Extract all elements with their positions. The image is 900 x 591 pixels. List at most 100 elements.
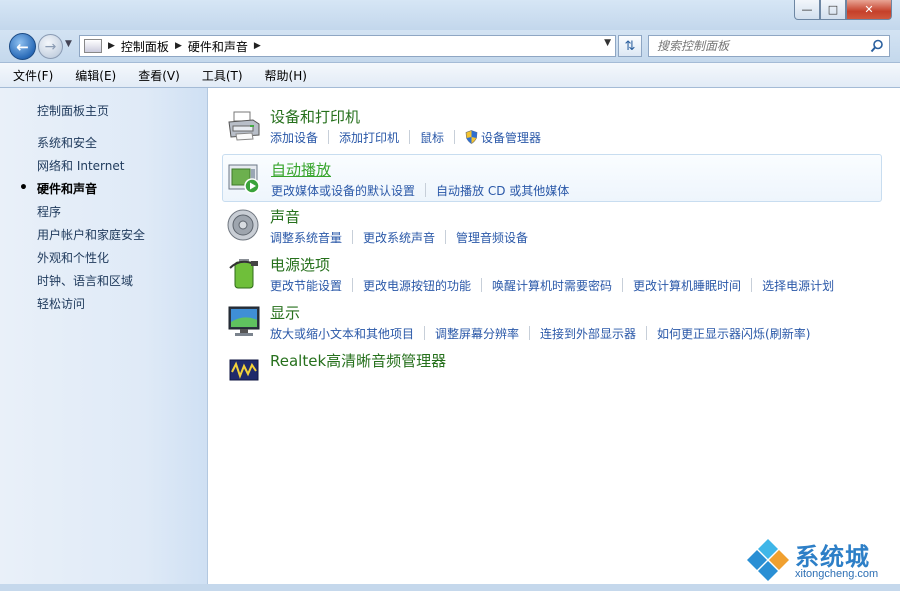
category-sound: 声音 调整系统音量 更改系统声音 管理音频设备 <box>222 202 882 250</box>
window-bottom-frame <box>0 584 900 591</box>
link-refresh-rate[interactable]: 如何更正显示器闪烁(刷新率) <box>657 325 810 342</box>
link-text-size[interactable]: 放大或缩小文本和其他项目 <box>270 325 414 342</box>
autoplay-icon[interactable] <box>227 161 263 195</box>
close-button[interactable]: ✕ <box>846 0 892 20</box>
sidebar-item-programs[interactable]: 程序 <box>37 205 145 228</box>
link-mouse[interactable]: 鼠标 <box>420 129 444 146</box>
category-links: 放大或缩小文本和其他项目 调整屏幕分辨率 连接到外部显示器 如何更正显示器闪烁(… <box>270 325 810 342</box>
link-separator <box>445 230 447 244</box>
link-autoplay-cd[interactable]: 自动播放 CD 或其他媒体 <box>436 182 569 199</box>
category-title[interactable]: 电源选项 <box>270 254 330 275</box>
breadcrumb-separator-icon[interactable]: ▶ <box>254 41 261 51</box>
back-button[interactable]: ← <box>9 33 36 60</box>
category-title[interactable]: 设备和打印机 <box>270 106 360 127</box>
link-separator <box>328 130 330 144</box>
link-separator <box>646 326 648 340</box>
address-dropdown-icon[interactable]: ▼ <box>604 38 611 48</box>
breadcrumb-separator-icon[interactable]: ▶ <box>175 41 182 51</box>
category-title[interactable]: Realtek高清晰音频管理器 <box>270 350 446 371</box>
minimize-button[interactable]: — <box>794 0 820 20</box>
category-links: 添加设备 添加打印机 鼠标 设备管理器 <box>270 129 541 146</box>
link-power-plan[interactable]: 选择电源计划 <box>762 277 834 294</box>
link-manage-audio-devices[interactable]: 管理音频设备 <box>456 229 528 246</box>
category-display: 显示 放大或缩小文本和其他项目 调整屏幕分辨率 连接到外部显示器 如何更正显示器… <box>222 298 882 346</box>
xitongcheng-logo-icon <box>747 539 789 581</box>
link-power-button[interactable]: 更改电源按钮的功能 <box>363 277 471 294</box>
watermark-name: 系统城 <box>795 543 870 571</box>
forward-button[interactable]: → <box>38 34 63 59</box>
main-content: 设备和打印机 添加设备 添加打印机 鼠标 设备管理器 自动播放 更改媒体或设备的… <box>208 88 892 584</box>
realtek-audio-icon[interactable] <box>226 352 262 386</box>
link-separator <box>424 326 426 340</box>
category-devices-printers: 设备和打印机 添加设备 添加打印机 鼠标 设备管理器 <box>222 102 882 150</box>
watermark: 系统城 xitongcheng.com <box>745 535 895 585</box>
search-icon[interactable] <box>870 39 884 53</box>
sidebar-item-user-accounts[interactable]: 用户帐户和家庭安全 <box>37 228 145 251</box>
menu-tools[interactable]: 工具(T) <box>199 67 246 84</box>
category-links: 调整系统音量 更改系统声音 管理音频设备 <box>270 229 528 246</box>
link-adjust-volume[interactable]: 调整系统音量 <box>270 229 342 246</box>
watermark-url: xitongcheng.com <box>795 568 879 580</box>
menu-bar: 文件(F) 编辑(E) 查看(V) 工具(T) 帮助(H) <box>0 62 900 88</box>
category-realtek-audio: Realtek高清晰音频管理器 <box>222 346 882 394</box>
content-edge <box>892 88 900 584</box>
sidebar-item-ease-of-access[interactable]: 轻松访问 <box>37 297 145 320</box>
arrow-left-icon: ← <box>16 37 29 56</box>
link-separator <box>409 130 411 144</box>
power-battery-icon[interactable] <box>226 256 262 290</box>
link-power-saving[interactable]: 更改节能设置 <box>270 277 342 294</box>
sidebar-item-system-security[interactable]: 系统和安全 <box>37 136 145 159</box>
search-box[interactable] <box>648 35 890 57</box>
link-separator <box>751 278 753 292</box>
monitor-icon[interactable] <box>226 304 262 338</box>
link-separator <box>529 326 531 340</box>
uac-shield-icon <box>465 130 478 144</box>
menu-file[interactable]: 文件(F) <box>10 67 56 84</box>
link-sleep-time[interactable]: 更改计算机睡眠时间 <box>633 277 741 294</box>
link-change-sounds[interactable]: 更改系统声音 <box>363 229 435 246</box>
category-links: 更改媒体或设备的默认设置 自动播放 CD 或其他媒体 <box>271 182 569 199</box>
link-screen-resolution[interactable]: 调整屏幕分辨率 <box>435 325 519 342</box>
link-device-manager-label: 设备管理器 <box>481 131 542 145</box>
link-add-device[interactable]: 添加设备 <box>270 129 318 146</box>
category-links: 更改节能设置 更改电源按钮的功能 唤醒计算机时需要密码 更改计算机睡眠时间 选择… <box>270 277 834 294</box>
link-wake-password[interactable]: 唤醒计算机时需要密码 <box>492 277 612 294</box>
link-change-media-defaults[interactable]: 更改媒体或设备的默认设置 <box>271 182 415 199</box>
category-power-options: 电源选项 更改节能设置 更改电源按钮的功能 唤醒计算机时需要密码 更改计算机睡眠… <box>222 250 882 298</box>
menu-view[interactable]: 查看(V) <box>135 67 183 84</box>
speaker-icon[interactable] <box>226 208 262 242</box>
breadcrumb-separator-icon[interactable]: ▶ <box>108 41 115 51</box>
link-external-display[interactable]: 连接到外部显示器 <box>540 325 636 342</box>
window-controls: — □ ✕ <box>794 0 892 20</box>
category-title[interactable]: 声音 <box>270 206 300 227</box>
category-title[interactable]: 显示 <box>270 302 300 323</box>
sidebar-item-network[interactable]: 网络和 Internet <box>37 159 145 182</box>
search-input[interactable] <box>657 39 857 53</box>
sidebar-list: 系统和安全 网络和 Internet 硬件和声音 程序 用户帐户和家庭安全 外观… <box>19 136 145 320</box>
title-bar: — □ ✕ <box>0 0 900 30</box>
history-dropdown-icon[interactable]: ▼ <box>65 39 72 49</box>
link-separator <box>425 183 427 197</box>
refresh-icon: ⇅ <box>624 38 636 54</box>
menu-help[interactable]: 帮助(H) <box>262 67 310 84</box>
link-device-manager[interactable]: 设备管理器 <box>465 129 541 146</box>
refresh-button[interactable]: ⇅ <box>618 35 642 57</box>
address-bar[interactable]: ▶ 控制面板 ▶ 硬件和声音 ▶ ▼ <box>79 35 616 57</box>
sidebar-item-appearance[interactable]: 外观和个性化 <box>37 251 145 274</box>
link-separator <box>352 278 354 292</box>
category-title[interactable]: 自动播放 <box>271 159 331 180</box>
printer-icon[interactable] <box>226 108 262 142</box>
arrow-right-icon: → <box>44 38 57 55</box>
breadcrumb-control-panel[interactable]: 控制面板 <box>121 38 169 55</box>
link-add-printer[interactable]: 添加打印机 <box>339 129 399 146</box>
sidebar: 控制面板主页 系统和安全 网络和 Internet 硬件和声音 程序 用户帐户和… <box>0 88 208 584</box>
category-autoplay: 自动播放 更改媒体或设备的默认设置 自动播放 CD 或其他媒体 <box>222 154 882 202</box>
sidebar-control-panel-home[interactable]: 控制面板主页 <box>37 102 109 119</box>
maximize-button[interactable]: □ <box>820 0 846 20</box>
menu-edit[interactable]: 编辑(E) <box>72 67 119 84</box>
breadcrumb-hardware-sound[interactable]: 硬件和声音 <box>188 38 248 55</box>
link-separator <box>352 230 354 244</box>
sidebar-item-hardware-sound: 硬件和声音 <box>19 181 145 205</box>
link-separator <box>481 278 483 292</box>
sidebar-item-clock-language[interactable]: 时钟、语言和区域 <box>37 274 145 297</box>
